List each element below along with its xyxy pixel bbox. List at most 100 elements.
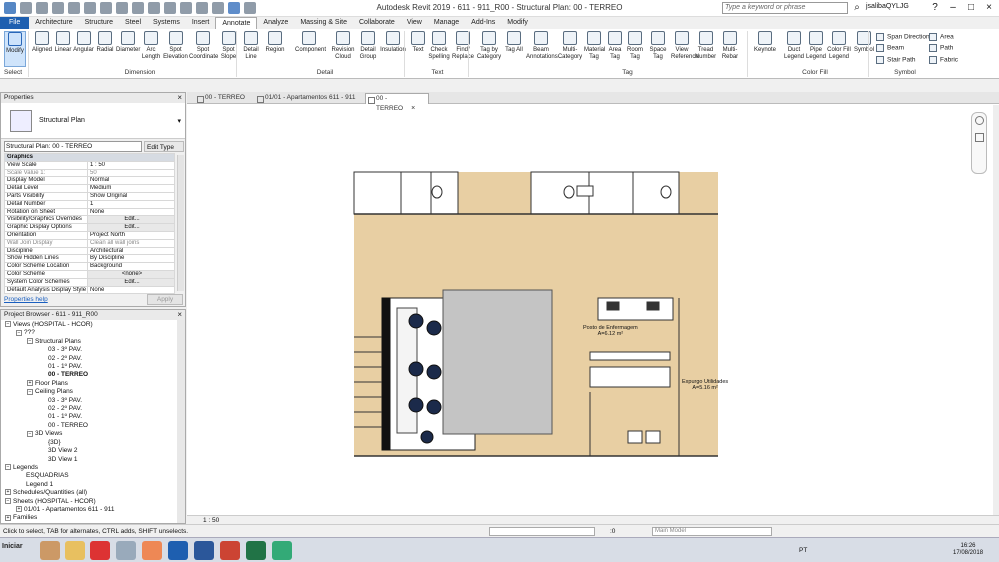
ribbon-small-area[interactable]: Area: [929, 33, 954, 41]
property-value[interactable]: Background: [87, 262, 175, 271]
language-indicator[interactable]: PT: [799, 547, 807, 554]
property-row[interactable]: Wall Join Display Clean all wall joins: [4, 238, 175, 248]
ribbon-button-view-reference[interactable]: View Reference: [671, 31, 699, 67]
ribbon-button-find-replace[interactable]: Find/ Replace: [451, 31, 475, 67]
property-row[interactable]: Graphic Display Options Edit...: [4, 223, 175, 232]
close-icon[interactable]: ×: [177, 93, 182, 103]
tab-modify[interactable]: Modify: [501, 17, 534, 29]
instance-filter-dropdown[interactable]: Structural Plan: 00 - TERREO: [4, 141, 142, 152]
properties-scrollbar[interactable]: [177, 155, 184, 291]
collapse-icon[interactable]: −: [27, 338, 33, 345]
help-icon[interactable]: ?: [928, 1, 942, 14]
tree-item[interactable]: + Schedules/Quantities (all): [1, 489, 185, 497]
property-row[interactable]: View Scale 1 : 50: [4, 160, 175, 170]
tree-item[interactable]: + Families: [1, 514, 185, 522]
property-value[interactable]: Architectural: [87, 246, 175, 256]
ribbon-button-spot-coordinate[interactable]: Spot Coordinate: [189, 31, 218, 67]
ribbon-button-detail-group[interactable]: Detail Group: [357, 31, 379, 67]
tab-add-ins[interactable]: Add-Ins: [465, 17, 501, 29]
ribbon-button-keynote[interactable]: Keynote: [751, 31, 779, 67]
clock[interactable]: 16:26 17/08/2018: [953, 543, 983, 557]
ribbon-button-diameter[interactable]: Diameter: [116, 31, 140, 67]
ribbon-button-tag-by-category[interactable]: Tag by Category: [476, 31, 502, 67]
ribbon-button-symbol[interactable]: Symbol: [853, 31, 875, 67]
ribbon-button-space-tag[interactable]: Space Tag: [646, 31, 670, 67]
expand-icon[interactable]: +: [5, 514, 11, 521]
panel-tag[interactable]: Tag: [615, 69, 640, 76]
ribbon-button-room-tag[interactable]: Room Tag: [625, 31, 645, 67]
tree-item[interactable]: +01/01 - Apartamentos 611 - 911: [1, 506, 185, 514]
view-scale[interactable]: 1 : 50: [203, 517, 219, 524]
start-button[interactable]: Iniciar: [2, 543, 23, 550]
property-group[interactable]: Graphics: [4, 153, 175, 162]
ribbon-small-fabric[interactable]: Fabric: [929, 56, 958, 64]
tab-view[interactable]: View: [401, 17, 428, 29]
view-scrollbar[interactable]: [993, 105, 999, 524]
navigation-bar[interactable]: [971, 112, 987, 174]
tree-item[interactable]: + Floor Plans: [1, 380, 185, 388]
property-row[interactable]: Detail Level Medium: [4, 184, 175, 193]
property-value[interactable]: Medium: [87, 184, 175, 193]
tree-item[interactable]: − Ceiling Plans: [1, 388, 185, 396]
property-value[interactable]: Show Original: [87, 191, 175, 201]
property-value[interactable]: Normal: [87, 176, 175, 186]
tree-item[interactable]: 00 - TERREO: [1, 422, 185, 430]
expand-icon[interactable]: +: [5, 489, 11, 496]
ribbon-small-stair-path[interactable]: Stair Path: [876, 56, 916, 64]
property-row[interactable]: Parts Visibility Show Original: [4, 191, 175, 201]
collapse-icon[interactable]: −: [5, 464, 11, 471]
property-value[interactable]: Project North: [87, 230, 175, 240]
chevron-down-icon[interactable]: ▾: [177, 117, 181, 125]
properties-help-link[interactable]: Properties help: [4, 296, 48, 303]
property-value[interactable]: 1 : 50: [87, 160, 175, 170]
tab-steel[interactable]: Steel: [119, 17, 147, 29]
panel-dimension[interactable]: Dimension: [115, 69, 165, 76]
revit-taskbar-icon[interactable]: [168, 541, 188, 560]
type-selector[interactable]: Structural Plan ▾: [1, 103, 185, 139]
tab-architecture[interactable]: Architecture: [29, 17, 78, 29]
search-icon[interactable]: ⌕: [850, 1, 864, 14]
tree-item[interactable]: − Legends: [1, 464, 185, 472]
collapse-icon[interactable]: −: [16, 329, 22, 336]
tree-item[interactable]: 03 - 3º PAV.: [1, 346, 185, 354]
ribbon-small-beam[interactable]: Beam: [876, 44, 904, 52]
property-row[interactable]: Orientation Project North: [4, 230, 175, 240]
search-input[interactable]: Type a keyword or phrase: [722, 2, 848, 14]
property-row[interactable]: Display Model Normal: [4, 176, 175, 186]
ribbon-button-color-fill-legend[interactable]: Color Fill Legend: [826, 31, 852, 67]
steering-wheel-icon[interactable]: [974, 116, 984, 125]
tab-massing-site[interactable]: Massing & Site: [294, 17, 353, 29]
drawing-area[interactable]: 00 - TERREO 01/01 - Apartamentos 611 - 91…: [187, 92, 999, 524]
tree-item[interactable]: 02 - 2º PAV.: [1, 405, 185, 413]
close-icon[interactable]: ×: [982, 1, 996, 14]
tab-systems[interactable]: Systems: [147, 17, 186, 29]
folder-icon[interactable]: [65, 541, 85, 560]
workset-dropdown[interactable]: [489, 527, 595, 536]
word-icon[interactable]: [194, 541, 214, 560]
tree-item[interactable]: 01 - 1º PAV.: [1, 413, 185, 421]
tree-item[interactable]: 02 - 2º PAV.: [1, 355, 185, 363]
ribbon-button-spot-elevation[interactable]: Spot Elevation: [162, 31, 189, 67]
floor-plan-canvas[interactable]: [187, 92, 999, 524]
panel-text[interactable]: Text: [425, 69, 450, 76]
collapse-icon[interactable]: −: [5, 321, 11, 328]
apply-button[interactable]: Apply: [147, 294, 183, 305]
ribbon-button-duct-legend[interactable]: Duct Legend: [783, 31, 805, 67]
property-value[interactable]: <none>: [87, 269, 175, 279]
ribbon-button-revision-cloud[interactable]: Revision Cloud: [331, 31, 355, 67]
room-tag-utility[interactable]: Expurgo Utilidades A=5.16 m²: [682, 379, 728, 391]
maximize-icon[interactable]: □: [964, 1, 978, 14]
property-value[interactable]: None: [87, 285, 175, 295]
property-value[interactable]: Edit...: [87, 215, 175, 225]
edit-type-button[interactable]: Edit Type: [144, 141, 184, 152]
tree-item[interactable]: 03 - 3º PAV.: [1, 397, 185, 405]
panel-detail[interactable]: Detail: [300, 69, 350, 76]
tree-item[interactable]: ESQUADRIAS: [1, 472, 185, 480]
property-value[interactable]: 1: [87, 199, 175, 209]
collapse-icon[interactable]: −: [27, 430, 33, 437]
property-value[interactable]: None: [87, 207, 175, 217]
ribbon-button-aligned[interactable]: Aligned: [32, 31, 52, 67]
ribbon-button-tread-number[interactable]: Tread Number: [694, 31, 717, 67]
chrome-icon[interactable]: [90, 541, 110, 560]
ribbon-button-tag-all[interactable]: Tag All: [503, 31, 525, 67]
